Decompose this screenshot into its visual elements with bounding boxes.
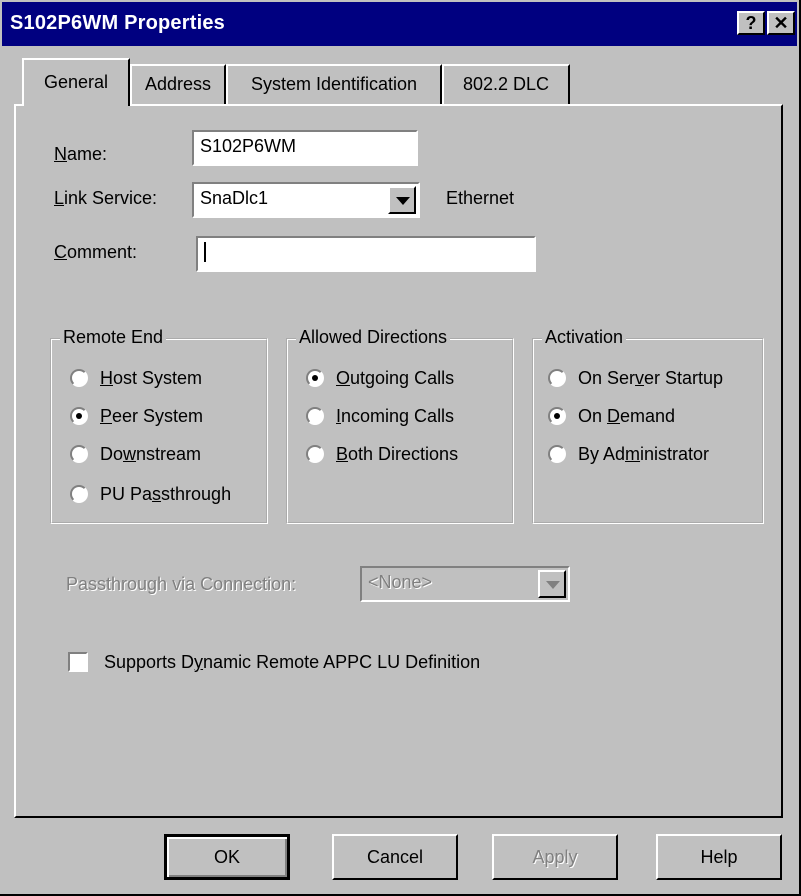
- passthrough-select[interactable]: <None>: [360, 566, 570, 602]
- ok-button[interactable]: OK: [164, 834, 290, 880]
- radio-button-icon[interactable]: [70, 445, 88, 463]
- text-caret: [204, 242, 206, 262]
- properties-dialog: S102P6WM Properties ? ✕ General Address …: [0, 0, 801, 896]
- comment-label: Comment:: [54, 242, 138, 262]
- radio-button-icon[interactable]: [548, 369, 566, 387]
- link-service-value: SnaDlc1: [200, 188, 269, 208]
- radio-button-icon[interactable]: [548, 445, 566, 463]
- radio-button-selected-icon[interactable]: [548, 407, 566, 425]
- cancel-button[interactable]: Cancel: [332, 834, 458, 880]
- help-button[interactable]: Help: [656, 834, 782, 880]
- tab-system-identification[interactable]: System Identification: [226, 64, 442, 104]
- radio-button-icon[interactable]: [306, 407, 324, 425]
- radio-button-selected-icon[interactable]: [306, 369, 324, 387]
- title-bar[interactable]: S102P6WM Properties ? ✕: [2, 2, 797, 46]
- radio-button-icon[interactable]: [70, 485, 88, 503]
- passthrough-value: <None>: [368, 572, 433, 592]
- allowed-directions-title: Allowed Directions: [296, 327, 451, 348]
- tab-general[interactable]: General: [22, 58, 130, 106]
- chevron-down-icon[interactable]: [538, 570, 566, 598]
- comment-field[interactable]: [196, 236, 536, 272]
- name-label: Name:: [54, 144, 108, 164]
- apply-button[interactable]: Apply: [492, 834, 618, 880]
- help-title-button[interactable]: ?: [737, 11, 765, 35]
- allowed-directions-group: Allowed Directions Outgoing Calls Incomi…: [286, 327, 514, 524]
- chevron-down-icon[interactable]: [388, 186, 416, 214]
- remote-end-group: Remote End Host System Peer System Downs…: [50, 327, 268, 524]
- activation-group: Activation On Server Startup On Demand B…: [532, 327, 764, 524]
- close-button[interactable]: ✕: [767, 11, 795, 35]
- tab-address[interactable]: Address: [130, 64, 226, 104]
- link-service-select[interactable]: SnaDlc1: [192, 182, 420, 218]
- general-tab-panel: Name: S102P6WM Link Service: SnaDlc1 Eth…: [14, 104, 783, 818]
- name-value: S102P6WM: [200, 136, 297, 156]
- radio-button-icon[interactable]: [70, 369, 88, 387]
- tab-802-2-dlc[interactable]: 802.2 DLC: [442, 64, 570, 104]
- name-field[interactable]: S102P6WM: [192, 130, 418, 166]
- activation-title: Activation: [542, 327, 627, 348]
- dynamic-lu-label[interactable]: Supports Dynamic Remote APPC LU Definiti…: [104, 652, 480, 673]
- window-title: S102P6WM Properties: [10, 12, 225, 34]
- radio-button-selected-icon[interactable]: [70, 407, 88, 425]
- link-service-label: Link Service:: [54, 188, 158, 208]
- link-service-type: Ethernet: [446, 188, 515, 208]
- passthrough-label: Passthrough via Connection:: [66, 574, 297, 594]
- remote-end-title: Remote End: [60, 327, 167, 348]
- dynamic-lu-checkbox[interactable]: [68, 652, 88, 672]
- radio-button-icon[interactable]: [306, 445, 324, 463]
